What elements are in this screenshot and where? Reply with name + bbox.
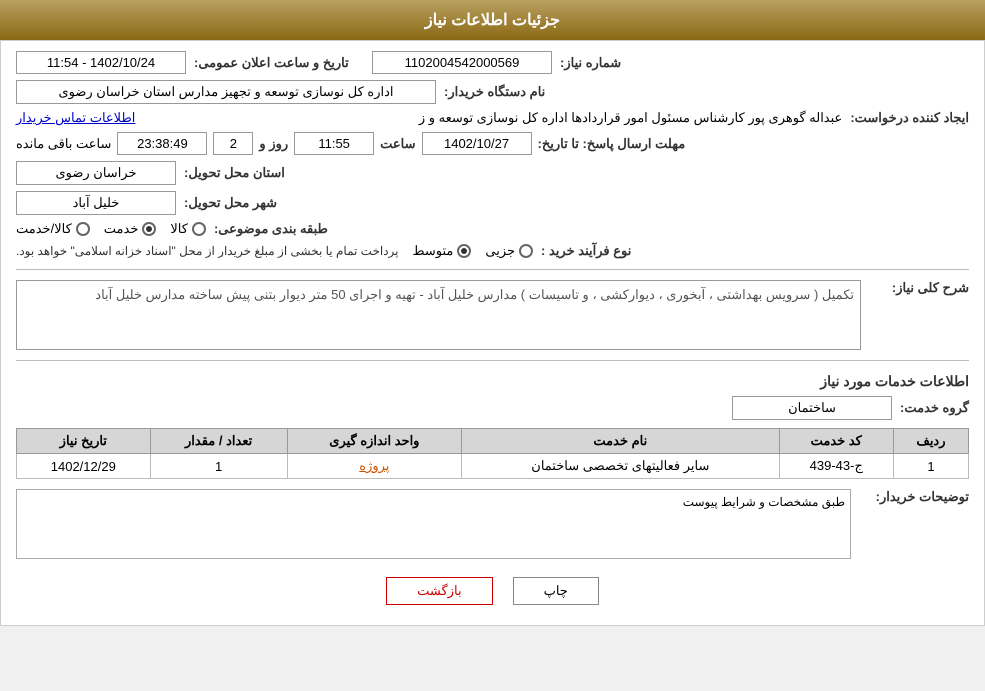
cell-unit: پروژه <box>287 454 461 479</box>
row-description: شرح کلی نیاز: تکمیل ( سرویس بهداشتی ، آب… <box>16 280 969 350</box>
ایجاد-label: ایجاد کننده درخواست: <box>850 110 969 126</box>
شرح-text: تکمیل ( سرویس بهداشتی ، آبخوری ، دیوارکش… <box>95 287 854 302</box>
radio-kala: کالا <box>170 221 206 237</box>
col-service-name: نام خدمت <box>462 429 780 454</box>
مهلت-days: 2 <box>213 132 253 155</box>
button-row: چاپ بازگشت <box>16 577 969 605</box>
توضیحات-textarea[interactable] <box>16 489 851 559</box>
radio-motavaset-circle <box>457 244 471 258</box>
page-title: جزئیات اطلاعات نیاز <box>425 12 560 29</box>
print-button[interactable]: چاپ <box>513 577 599 605</box>
مهلت-date: 1402/10/27 <box>422 132 532 155</box>
گروه-خدمت-value: ساختمان <box>732 396 892 420</box>
توضیحات-label: توضیحات خریدار: <box>859 489 969 505</box>
روز-label: روز و <box>259 136 288 152</box>
نوع-فرایند-label: نوع فرآیند خرید : <box>541 243 631 259</box>
شرح-value: تکمیل ( سرویس بهداشتی ، آبخوری ، دیوارکش… <box>16 280 861 350</box>
radio-motavaset: متوسط <box>413 243 472 259</box>
نام-دستگاه-value: اداره کل نوسازی توسعه و تجهیز مدارس استا… <box>16 80 436 104</box>
col-unit: واحد اندازه گیری <box>287 429 461 454</box>
col-row-num: ردیف <box>893 429 968 454</box>
ساعت-label: ساعت <box>380 136 415 152</box>
ساعت-باقی-label: ساعت باقی مانده <box>16 136 111 152</box>
category-radio-group: کالا خدمت کالا/خدمت <box>16 221 206 237</box>
radio-kala-circle <box>192 222 206 236</box>
process-note: پرداخت تمام یا بخشی از مبلغ خریدار از مح… <box>16 244 399 258</box>
page-header: جزئیات اطلاعات نیاز <box>0 0 985 40</box>
contact-link[interactable]: اطلاعات تماس خریدار <box>16 110 135 126</box>
process-radio-group: جزیی متوسط پرداخت تمام یا بخشی از مبلغ خ… <box>16 243 533 259</box>
radio-jozi-label: جزیی <box>485 243 515 259</box>
cell-row-num: 1 <box>893 454 968 479</box>
مهلت-remaining: 23:38:49 <box>117 132 207 155</box>
radio-kala-khedmat: کالا/خدمت <box>16 221 90 237</box>
row-city: شهر محل تحویل: خلیل آباد <box>16 191 969 215</box>
row-org: نام دستگاه خریدار: اداره کل نوسازی توسعه… <box>16 80 969 104</box>
services-table: ردیف کد خدمت نام خدمت واحد اندازه گیری ت… <box>16 428 969 479</box>
توضیحات-container <box>16 489 851 562</box>
row-process-type: نوع فرآیند خرید : جزیی متوسط پرداخت تمام… <box>16 243 969 259</box>
radio-jozi: جزیی <box>485 243 533 259</box>
divider-1 <box>16 269 969 270</box>
طبقه-label: طبقه بندی موضوعی: <box>214 221 328 237</box>
گروه-خدمت-label: گروه خدمت: <box>900 400 969 416</box>
radio-kala-khedmat-label: کالا/خدمت <box>16 221 72 237</box>
notice-text: پرداخت تمام یا بخشی از مبلغ خریدار از مح… <box>16 244 399 258</box>
radio-kala-label: کالا <box>170 221 188 237</box>
row-province: استان محل تحویل: خراسان رضوی <box>16 161 969 185</box>
back-button[interactable]: بازگشت <box>386 577 492 605</box>
row-category: طبقه بندی موضوعی: کالا خدمت کالا/خدمت <box>16 221 969 237</box>
col-quantity: تعداد / مقدار <box>150 429 287 454</box>
radio-khedmat-label: خدمت <box>104 221 139 237</box>
مهلت-time: 11:55 <box>294 132 374 155</box>
استان-value: خراسان رضوی <box>16 161 176 185</box>
ایجاد-value: عبداله گوهری پور کارشناس مسئول امور قرار… <box>143 110 842 126</box>
نام-دستگاه-label: نام دستگاه خریدار: <box>444 84 545 100</box>
cell-service-code: ج-43-439 <box>779 454 893 479</box>
شهر-label: شهر محل تحویل: <box>184 195 277 211</box>
تاریخ-value: 1402/10/24 - 11:54 <box>16 51 186 74</box>
شرح-label: شرح کلی نیاز: <box>869 280 969 296</box>
cell-quantity: 1 <box>150 454 287 479</box>
col-service-code: کد خدمت <box>779 429 893 454</box>
table-row: 1 ج-43-439 سایر فعالیتهای تخصصی ساختمان … <box>17 454 969 479</box>
radio-kala-khedmat-circle <box>76 222 90 236</box>
row-id-date: شماره نیاز: 1102004542000569 تاریخ و ساع… <box>16 51 969 74</box>
شماره-نیاز-label: شماره نیاز: <box>560 55 621 71</box>
content-area: شماره نیاز: 1102004542000569 تاریخ و ساع… <box>0 40 985 626</box>
radio-motavaset-label: متوسط <box>413 243 454 259</box>
شهر-value: خلیل آباد <box>16 191 176 215</box>
page-wrapper: جزئیات اطلاعات نیاز شماره نیاز: 11020045… <box>0 0 985 626</box>
row-buyer-notes: توضیحات خریدار: <box>16 489 969 562</box>
row-deadline: مهلت ارسال پاسخ: تا تاریخ: 1402/10/27 سا… <box>16 132 969 155</box>
group-service-row: گروه خدمت: ساختمان <box>16 396 969 420</box>
radio-khedmat-circle <box>142 222 156 236</box>
تاریخ-label: تاریخ و ساعت اعلان عمومی: <box>194 55 349 71</box>
cell-service-name: سایر فعالیتهای تخصصی ساختمان <box>462 454 780 479</box>
col-date: تاریخ نیاز <box>17 429 151 454</box>
شماره-نیاز-value: 1102004542000569 <box>372 51 552 74</box>
row-creator: ایجاد کننده درخواست: عبداله گوهری پور کا… <box>16 110 969 126</box>
cell-date: 1402/12/29 <box>17 454 151 479</box>
radio-jozi-circle <box>519 244 533 258</box>
radio-khedmat: خدمت <box>104 221 157 237</box>
divider-2 <box>16 360 969 361</box>
استان-label: استان محل تحویل: <box>184 165 285 181</box>
مهلت-label: مهلت ارسال پاسخ: تا تاریخ: <box>538 136 686 152</box>
services-section-title: اطلاعات خدمات مورد نیاز <box>16 373 969 390</box>
